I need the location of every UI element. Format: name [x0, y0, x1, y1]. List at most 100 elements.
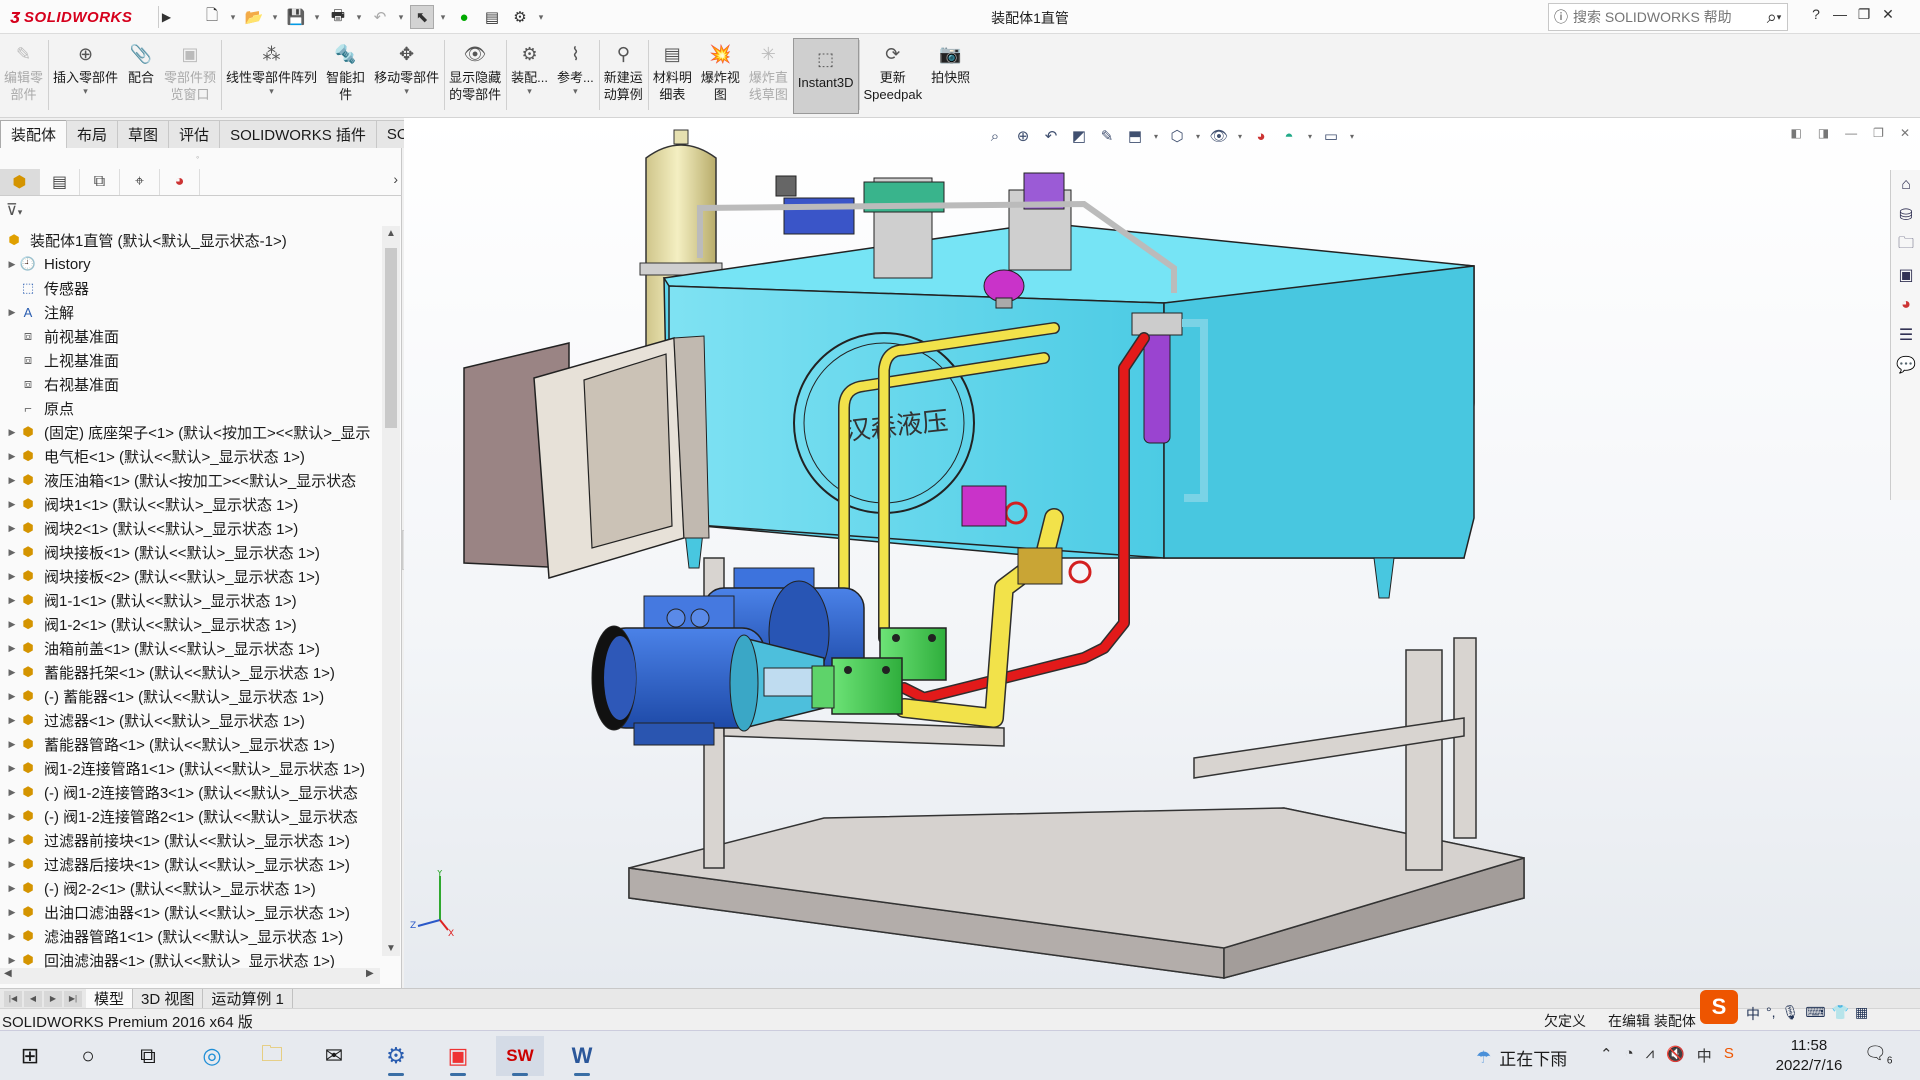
solidworks-taskbar-icon[interactable]: SW [496, 1036, 544, 1076]
ime-language[interactable]: 中 [1746, 1004, 1760, 1024]
expand-arrow-icon[interactable]: ▶ [6, 667, 18, 678]
tree-item[interactable]: ▶ ⬢ 阀块接板<2> (默认<<默认>_显示状态 1>) [0, 564, 380, 588]
ime-keyboard-icon[interactable]: ⌨ [1805, 1004, 1825, 1024]
tree-item[interactable]: ▶ ⬢ (-) 阀1-2连接管路2<1> (默认<<默认>_显示状态 [0, 804, 380, 828]
prev-tab-icon[interactable]: ◀ [24, 990, 42, 1007]
undo-dropdown-icon[interactable]: ▾ [396, 5, 406, 29]
ribbon-button-bom[interactable]: ▤ 材料明 细表 [649, 34, 697, 118]
tree-item[interactable]: ▶ ⬢ 电气柜<1> (默认<<默认>_显示状态 1>) [0, 444, 380, 468]
tree-item[interactable]: ⧈ 上视基准面 [0, 348, 380, 372]
open-document-icon[interactable]: 📂 [242, 5, 266, 29]
help-search-input[interactable] [1573, 9, 1733, 25]
hydraulic-tank[interactable]: 汉森液压 [662, 222, 1475, 599]
tree-item[interactable]: ▶ ⬢ 阀块1<1> (默认<<默认>_显示状态 1>) [0, 492, 380, 516]
expand-arrow-icon[interactable]: ▶ [6, 811, 18, 822]
undo-icon[interactable]: ↶ [368, 5, 392, 29]
tree-item[interactable]: ▶ ⬢ (-) 阀1-2连接管路3<1> (默认<<默认>_显示状态 [0, 780, 380, 804]
windows-start-icon[interactable]: ⊞ [6, 1036, 54, 1076]
task-view-icon[interactable]: ⧉ [124, 1036, 172, 1076]
chevron-down-icon[interactable]: ▾ [269, 86, 274, 96]
weather-widget[interactable]: ☂ 正在下雨 [1476, 1045, 1567, 1070]
print-dropdown-icon[interactable]: ▾ [354, 5, 364, 29]
tree-item[interactable]: ▶ ⬢ 蓄能器管路<1> (默认<<默认>_显示状态 1>) [0, 732, 380, 756]
ribbon-button-explode-line-sketch[interactable]: ✳ 爆炸直 线草图 [745, 34, 793, 118]
tree-item[interactable]: ▶ ⬢ (固定) 底座架子<1> (默认<按加工><<默认>_显示 [0, 420, 380, 444]
ribbon-button-smart-fastener[interactable]: 🔩 智能扣 件 [322, 34, 370, 118]
network-icon[interactable]: ◔ [1625, 1045, 1634, 1066]
expand-arrow-icon[interactable]: ▶ [6, 835, 18, 846]
tree-item[interactable]: ▶ ⬢ 蓄能器托架<1> (默认<<默认>_显示状态 1>) [0, 660, 380, 684]
tree-item[interactable]: ▶ ⬢ 过滤器后接块<1> (默认<<默认>_显示状态 1>) [0, 852, 380, 876]
ribbon-button-mate[interactable]: 📎 配合 [123, 34, 160, 118]
close-icon[interactable]: ✕ [1880, 6, 1896, 23]
dimxpert-tab-icon[interactable]: ⌖ [120, 168, 160, 195]
expand-arrow-icon[interactable]: ▶ [6, 259, 18, 270]
ime-voice-icon[interactable]: 🎙 [1782, 1004, 1800, 1024]
expand-arrow-icon[interactable]: ▶ [6, 739, 18, 750]
level-gauge[interactable] [961, 485, 1007, 527]
design-library-icon[interactable]: ⛁ [1891, 200, 1920, 230]
tree-item[interactable]: ▶ ⬢ (-) 阀2-2<1> (默认<<默认>_显示状态 1>) [0, 876, 380, 900]
tree-item[interactable]: ▶ 🕘 History [0, 252, 380, 276]
tree-item[interactable]: ▶ ⬢ 出油口滤油器<1> (默认<<默认>_显示状态 1>) [0, 900, 380, 924]
chevron-down-icon[interactable]: ▾ [404, 86, 409, 96]
restore-icon[interactable]: ❐ [1856, 6, 1872, 23]
ribbon-button-move-component[interactable]: ✥ 移动零部件 ▾ [370, 34, 444, 118]
last-tab-icon[interactable]: ▶| [64, 990, 82, 1007]
bottom-tab-2[interactable]: 运动算例 1 [203, 988, 293, 1009]
tab-4[interactable]: SOLIDWORKS 插件 [219, 120, 377, 148]
tree-item[interactable]: ▶ A 注解 [0, 300, 380, 324]
help-search-box[interactable]: ⓘ [1548, 3, 1788, 31]
search-icon[interactable]: ⌕ ▾ [1754, 4, 1794, 30]
new-dropdown-icon[interactable]: ▾ [228, 5, 238, 29]
rebuild-icon[interactable]: ● [452, 5, 476, 29]
ribbon-button-component-preview[interactable]: ▣ 零部件预 览窗口 [160, 34, 221, 118]
expand-arrow-icon[interactable]: ▶ [6, 859, 18, 870]
panel-grip-icon[interactable]: ◦ [196, 152, 199, 162]
open-dropdown-icon[interactable]: ▾ [270, 5, 280, 29]
hydraulic-pump-2[interactable] [811, 657, 903, 715]
tree-item[interactable]: ▶ ⬢ 油箱前盖<1> (默认<<默认>_显示状态 1>) [0, 636, 380, 660]
tree-horizontal-scrollbar[interactable]: ◀ ▶ [0, 968, 380, 984]
expand-arrow-icon[interactable]: ▶ [6, 931, 18, 942]
expand-arrow-icon[interactable]: ▶ [6, 643, 18, 654]
expand-arrow-icon[interactable]: ▶ [6, 691, 18, 702]
save-icon[interactable]: 💾 [284, 5, 308, 29]
tree-item[interactable]: ⧈ 右视基准面 [0, 372, 380, 396]
tree-item[interactable]: ▶ ⬢ 滤油器管路1<1> (默认<<默认>_显示状态 1>) [0, 924, 380, 948]
ribbon-button-instant3d[interactable]: ⬚ Instant3D [792, 38, 859, 114]
ime-tools-icon[interactable]: ▦ [1855, 1004, 1868, 1024]
expand-arrow-icon[interactable]: ▶ [6, 427, 18, 438]
tree-item[interactable]: ▶ ⬢ 过滤器前接块<1> (默认<<默认>_显示状态 1>) [0, 828, 380, 852]
options-dropdown-icon[interactable]: ▾ [536, 5, 546, 29]
ribbon-button-show-hidden[interactable]: 👁 显示隐藏 的零部件 [445, 34, 506, 118]
expand-arrow-icon[interactable]: ▶ [6, 595, 18, 606]
notification-center-icon[interactable]: 🗨6 [1864, 1043, 1892, 1067]
first-tab-icon[interactable]: |◀ [4, 990, 22, 1007]
property-manager-tab-icon[interactable]: ▤ [40, 168, 80, 195]
expand-arrow-icon[interactable]: ▶ [6, 475, 18, 486]
word-taskbar-icon[interactable]: W [558, 1036, 606, 1076]
tree-item[interactable]: ▶ ⬢ 阀1-1<1> (默认<<默认>_显示状态 1>) [0, 588, 380, 612]
scroll-thumb[interactable] [385, 248, 397, 428]
base-plate[interactable] [628, 807, 1525, 979]
bottom-tab-1[interactable]: 3D 视图 [133, 988, 204, 1009]
expand-arrow-icon[interactable]: ▶ [6, 955, 18, 966]
expand-arrow-icon[interactable]: ▶ [6, 883, 18, 894]
bottom-tab-0[interactable]: 模型 [86, 988, 134, 1009]
chat-app-icon[interactable]: ▣ [434, 1036, 482, 1076]
sogou-tray-icon[interactable]: S [1724, 1045, 1734, 1066]
help-menu-button[interactable]: ? [1808, 6, 1824, 23]
scroll-down-icon[interactable]: ▼ [382, 943, 400, 954]
expand-arrow-icon[interactable]: ▶ [6, 763, 18, 774]
tab-3[interactable]: 评估 [168, 120, 221, 148]
scroll-right-icon[interactable]: ▶ [366, 968, 374, 979]
menu-expand-icon[interactable]: ▶ [158, 6, 174, 28]
forum-icon[interactable]: 💬 [1891, 350, 1920, 380]
view-palette-icon[interactable]: ▣ [1891, 260, 1920, 290]
select-dropdown-icon[interactable]: ▾ [438, 5, 448, 29]
tree-item[interactable]: ▶ ⬢ 回油滤油器<1> (默认<<默认>_显示状态 1>) [0, 948, 380, 968]
expand-arrow-icon[interactable]: ▶ [6, 619, 18, 630]
custom-properties-icon[interactable]: ☰ [1891, 320, 1920, 350]
appearances-icon[interactable]: ◕ [1891, 290, 1920, 320]
